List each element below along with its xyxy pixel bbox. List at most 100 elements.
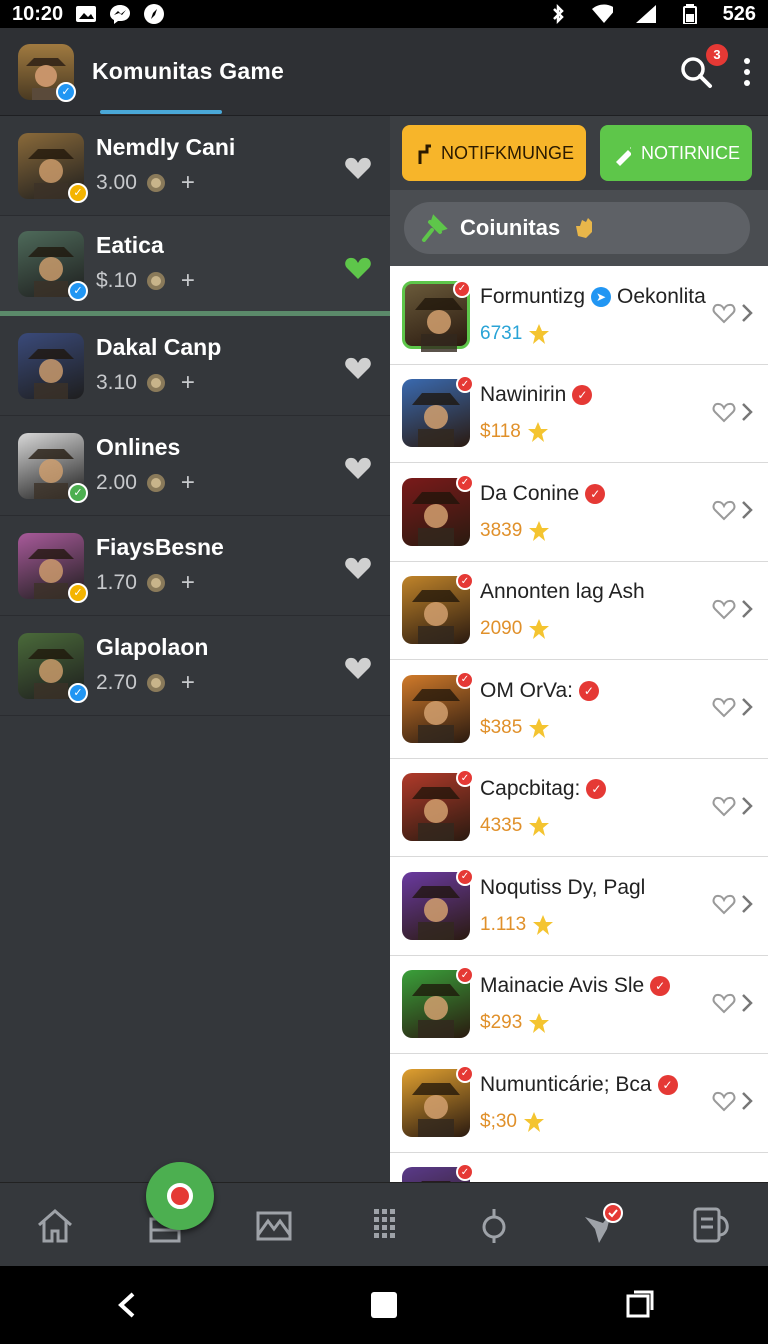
list-item[interactable]: ✓ Numunticárie; Bca ✓ $;30 [390, 1054, 768, 1153]
chevron-right-icon[interactable] [740, 499, 754, 521]
alert-badge: ✓ [456, 375, 474, 394]
game-thumbnail: ✓ [402, 473, 474, 546]
system-recents-button[interactable] [610, 1275, 670, 1335]
heart-icon[interactable] [344, 356, 372, 380]
app-bar: ✓ Komunitas Game 3 [0, 28, 768, 116]
status-badge: ✓ [68, 280, 88, 301]
chevron-right-icon[interactable] [740, 992, 754, 1014]
item-subtitle: Oekonlita [617, 284, 706, 308]
avatar[interactable]: ✓ [18, 43, 76, 102]
nav-grid[interactable] [354, 1195, 414, 1255]
gem-icon [529, 1013, 550, 1034]
chevron-right-icon[interactable] [740, 598, 754, 620]
game-title: FiaysBesne [96, 534, 224, 560]
game-thumbnail: ✓ [402, 867, 474, 940]
heart-outline-icon[interactable] [712, 401, 736, 423]
heart-outline-icon[interactable] [712, 893, 736, 915]
record-fab-button[interactable] [146, 1162, 214, 1230]
heart-outline-icon[interactable] [712, 1090, 736, 1112]
search-button[interactable]: 3 [678, 43, 728, 90]
compass-icon [143, 4, 165, 24]
item-value: 4335 [480, 815, 523, 837]
item-title: Capcbitag: [480, 777, 581, 801]
heart-icon[interactable] [344, 256, 372, 280]
add-button[interactable]: + [181, 169, 195, 197]
chevron-right-icon[interactable] [740, 893, 754, 915]
game-title: Glapolaon [96, 634, 209, 660]
mail-icon [256, 1211, 292, 1240]
chevron-right-icon[interactable] [740, 302, 754, 324]
notice-chip[interactable]: NOTIRNICE [600, 125, 752, 181]
add-button[interactable]: + [181, 669, 195, 697]
system-home-button[interactable] [354, 1275, 414, 1335]
list-item[interactable]: ✓ Eatica $.10 + [0, 216, 390, 316]
verified-icon: ✓ [586, 779, 607, 800]
verified-icon: ➤ [591, 286, 612, 307]
title-underline [100, 110, 222, 114]
heart-outline-icon[interactable] [712, 795, 736, 817]
nav-chat[interactable] [683, 1195, 743, 1255]
list-item[interactable]: ✓ Limounia Dais oth [390, 1153, 768, 1182]
item-value: 3839 [480, 519, 523, 541]
coin-icon [146, 674, 165, 692]
heart-outline-icon[interactable] [712, 598, 736, 620]
add-button[interactable]: + [181, 569, 195, 597]
nav-bird[interactable] [573, 1195, 633, 1255]
bird-icon [585, 1202, 624, 1243]
notification-chip[interactable]: NOTIFKMUNGE [402, 125, 586, 181]
verified-icon: ✓ [578, 680, 599, 701]
list-item[interactable]: ✓ Nawinirin ✓ $118 [390, 365, 768, 463]
gem-icon [529, 619, 550, 640]
heart-outline-icon[interactable] [712, 499, 736, 521]
list-item[interactable]: ✓ Onlines 2.00 + [0, 416, 390, 516]
heart-icon[interactable] [344, 656, 372, 680]
item-title: Nawinirin [480, 383, 567, 407]
item-title: Mainacie Avis Sle [480, 974, 645, 998]
add-button[interactable]: + [181, 267, 195, 295]
coin-icon [146, 374, 165, 392]
list-item[interactable]: ✓ Glapolaon 2.70 + [0, 616, 390, 716]
more-options-button[interactable] [744, 57, 750, 86]
alert-badge: ✓ [456, 1064, 474, 1083]
nav-target[interactable] [464, 1195, 524, 1255]
list-item[interactable]: Dakal Canp 3.10 + [0, 316, 390, 416]
nav-home[interactable] [25, 1195, 85, 1255]
game-thumbnail: ✓ [402, 670, 474, 743]
chevron-right-icon[interactable] [740, 1090, 754, 1112]
game-thumbnail: ✓ [402, 769, 474, 842]
community-pill[interactable]: Coiunitas [404, 202, 750, 254]
list-item[interactable]: ✓ Capcbitag: ✓ 4335 [390, 759, 768, 857]
hand-icon [576, 218, 593, 238]
list-item[interactable]: ✓ Da Conine ✓ 3839 [390, 463, 768, 562]
heart-outline-icon[interactable] [712, 696, 736, 718]
add-button[interactable]: + [181, 369, 195, 397]
list-item[interactable]: ✓ Mainacie Avis Sle ✓ $293 [390, 956, 768, 1054]
chevron-right-icon[interactable] [740, 401, 754, 423]
coin-icon [146, 574, 165, 592]
notice-chip-label: NOTIRNICE [641, 142, 740, 163]
list-item[interactable]: ✓ FiaysBesne 1.70 + [0, 516, 390, 616]
alert-badge: ✓ [456, 572, 474, 591]
heart-outline-icon[interactable] [712, 992, 736, 1014]
game-thumbnail: ✓ [402, 1163, 474, 1182]
system-back-button[interactable] [98, 1275, 158, 1335]
list-item[interactable]: ✓ Nemdly Cani 3.00 + [0, 116, 390, 216]
nav-mail[interactable] [244, 1195, 304, 1255]
home-icon [37, 1208, 72, 1242]
battery-level: 526 [722, 2, 756, 25]
game-thumbnail: ✓ [402, 375, 474, 448]
chevron-right-icon[interactable] [740, 696, 754, 718]
chip-row: NOTIFKMUNGE NOTIRNICE [390, 116, 768, 190]
heart-icon[interactable] [344, 156, 372, 180]
chevron-right-icon[interactable] [740, 795, 754, 817]
add-button[interactable]: + [181, 469, 195, 497]
heart-outline-icon[interactable] [712, 302, 736, 324]
community-header: Coiunitas [390, 190, 768, 266]
list-item[interactable]: ✓ Noqutiss Dy, Pagl 1.113 [390, 857, 768, 956]
heart-icon[interactable] [344, 556, 372, 580]
list-item[interactable]: ✓ OM OrVa: ✓ $385 [390, 660, 768, 759]
signal-icon [635, 4, 657, 24]
list-item[interactable]: ✓ Annonten lag Ash 2090 [390, 562, 768, 660]
list-item[interactable]: ✓ Formuntizg ➤ Oekonlita 6731 [390, 266, 768, 365]
heart-icon[interactable] [344, 456, 372, 480]
